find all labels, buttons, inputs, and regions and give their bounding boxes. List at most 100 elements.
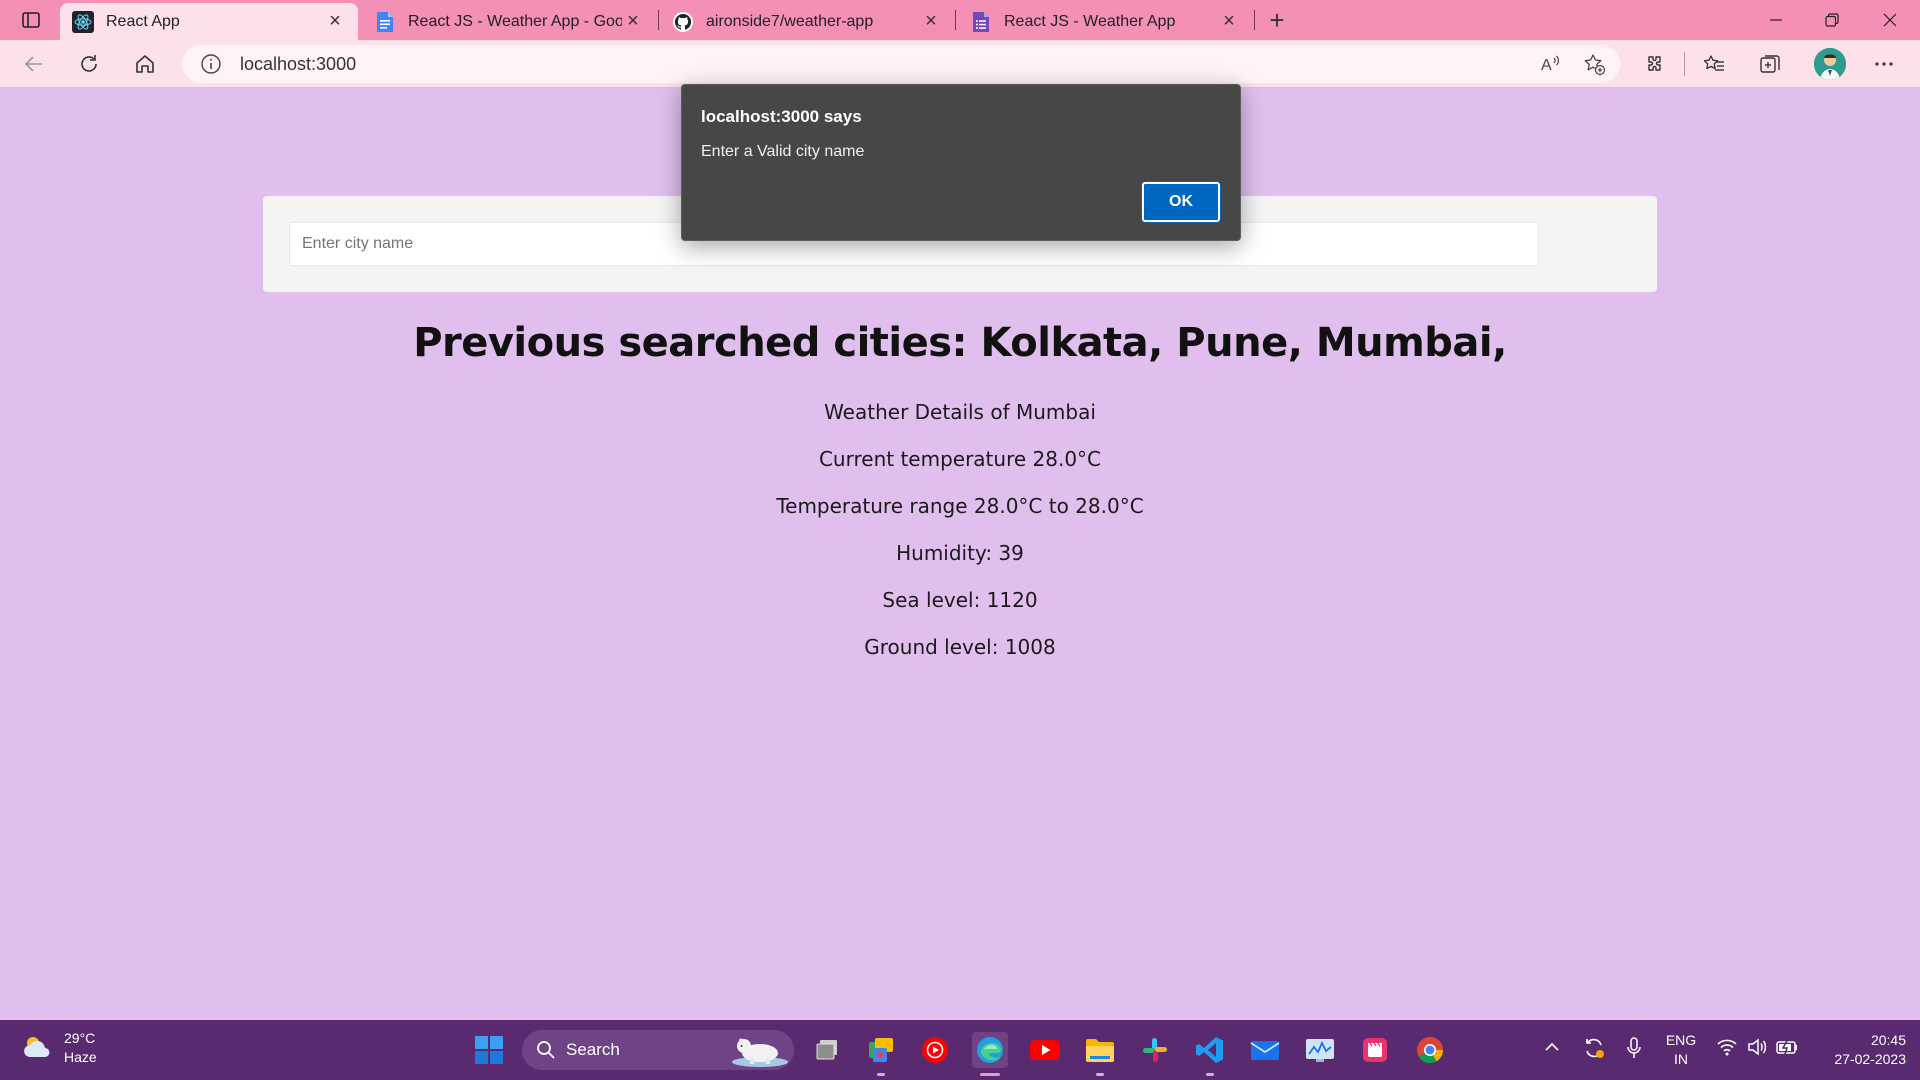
youtube-app[interactable] [1027,1032,1063,1068]
taskbar-search[interactable]: Search [522,1030,794,1070]
file-explorer-app[interactable] [1082,1032,1118,1076]
close-tab-icon[interactable]: × [622,10,644,33]
task-view-button[interactable] [809,1032,845,1068]
tab-actions-button[interactable] [14,6,48,34]
windows-taskbar: 29°C Haze Search ENG IN 20:45 27-02-2023 [0,1020,1920,1080]
wifi-button[interactable] [1716,1036,1738,1063]
puzzle-icon [1648,56,1661,71]
microphone-icon [1627,1037,1641,1058]
dialog-title: localhost:3000 says [701,107,862,126]
refresh-button[interactable] [71,46,107,82]
show-hidden-icons-button[interactable] [1543,1038,1561,1061]
close-tab-icon[interactable]: × [1218,10,1240,33]
weather-details-title: Weather Details of Mumbai [824,400,1096,424]
restore-icon [1825,13,1839,27]
dialog-message: Enter a Valid city name [701,143,865,160]
clock[interactable]: 20:45 27-02-2023 [1834,1031,1906,1069]
favorites-button[interactable] [1696,46,1732,82]
weather-widget[interactable]: 29°C Haze [20,1029,97,1067]
tab-google-forms[interactable]: React JS - Weather App × [958,3,1252,40]
tab-separator [1254,10,1255,30]
new-tab-button[interactable]: + [1262,5,1292,35]
current-temperature: Current temperature 28.0°C [818,447,1102,471]
minimize-button[interactable] [1748,0,1804,40]
github-icon [672,11,694,33]
ground-level: Ground level: 1008 [864,635,1056,659]
meet-now-app[interactable] [863,1032,899,1076]
sea-level: Sea level: 1120 [882,588,1038,612]
tab-title: React App [106,12,180,30]
close-icon [1883,13,1897,27]
clock-time: 20:45 [1870,1032,1906,1048]
youtube-music-app[interactable] [917,1032,953,1068]
battery-charging-icon [1776,1040,1797,1055]
favorites-icon [1703,55,1724,71]
tab-react-app[interactable]: React App × [60,3,358,40]
monitor-chart-icon [1306,1039,1334,1062]
add-favorite-icon[interactable] [1582,52,1606,76]
clipchamp-app[interactable] [1357,1032,1393,1068]
volume-button[interactable] [1746,1036,1768,1063]
clock-date: 27-02-2023 [1834,1051,1906,1067]
edge-icon [977,1037,1003,1063]
browser-tab-bar: React App × React JS - Weather App - Goo… [0,0,1920,40]
temperature-range: Temperature range 28.0°C to 28.0°C [776,494,1144,518]
language-code: ENG [1665,1032,1697,1048]
slack-icon [1143,1038,1167,1062]
google-docs-icon [374,11,396,33]
address-url[interactable]: localhost:3000 [240,54,356,75]
home-button[interactable] [127,46,163,82]
start-button[interactable] [471,1032,507,1068]
google-forms-icon [970,11,992,33]
ok-button[interactable]: OK [1141,181,1221,223]
slack-app[interactable] [1137,1032,1173,1068]
profile-avatar[interactable] [1814,48,1846,80]
running-indicator [1096,1073,1104,1076]
tab-title: aironside7/weather-app [706,12,874,30]
tab-title: React JS - Weather App [1004,12,1176,30]
sync-status-button[interactable] [1582,1036,1606,1065]
speaker-icon [1748,1038,1767,1056]
collections-icon [1760,55,1780,73]
chrome-icon [1417,1037,1444,1064]
battery-button[interactable] [1775,1036,1799,1063]
tab-google-docs[interactable]: React JS - Weather App - Google × [362,3,656,40]
vscode-app[interactable] [1192,1032,1228,1076]
tab-separator [955,10,956,30]
extensions-button[interactable] [1636,46,1672,82]
avatar-icon [1814,48,1846,80]
active-indicator [980,1073,1000,1076]
polar-bear-search-art [732,1038,788,1067]
resource-monitor-app[interactable] [1302,1032,1338,1068]
restore-button[interactable] [1804,0,1860,40]
close-tab-icon[interactable]: × [920,10,942,33]
close-tab-icon[interactable]: × [324,10,346,33]
tab-github[interactable]: aironside7/weather-app × [660,3,954,40]
weather-temperature: 29°C [64,1030,96,1046]
vscode-icon [1196,1037,1223,1063]
edge-browser-app[interactable] [972,1032,1008,1076]
minimize-icon [1770,19,1782,21]
close-window-button[interactable] [1862,0,1918,40]
collections-button[interactable] [1752,46,1788,82]
tab-separator [658,10,659,30]
refresh-icon [81,55,97,72]
windows-logo-icon [475,1036,503,1064]
settings-more-button[interactable] [1866,46,1902,82]
read-aloud-icon[interactable]: A [1538,52,1562,76]
site-info-icon[interactable] [200,53,222,75]
weather-condition: Haze [64,1049,97,1065]
folder-icon [1086,1039,1114,1062]
browser-toolbar: localhost:3000 A [0,40,1920,88]
mail-app[interactable] [1247,1032,1283,1068]
alert-dialog: localhost:3000 says Enter a Valid city n… [681,84,1241,241]
chrome-app[interactable] [1412,1032,1448,1068]
back-button[interactable] [16,46,52,82]
task-view-icon [816,1040,837,1060]
tab-actions-icon [22,12,40,28]
microphone-button[interactable] [1623,1036,1645,1065]
youtube-music-icon [922,1037,948,1063]
input-language-indicator[interactable]: ENG IN [1664,1031,1698,1069]
chevron-up-icon [1545,1042,1559,1051]
address-bar[interactable]: localhost:3000 A [182,45,1620,83]
